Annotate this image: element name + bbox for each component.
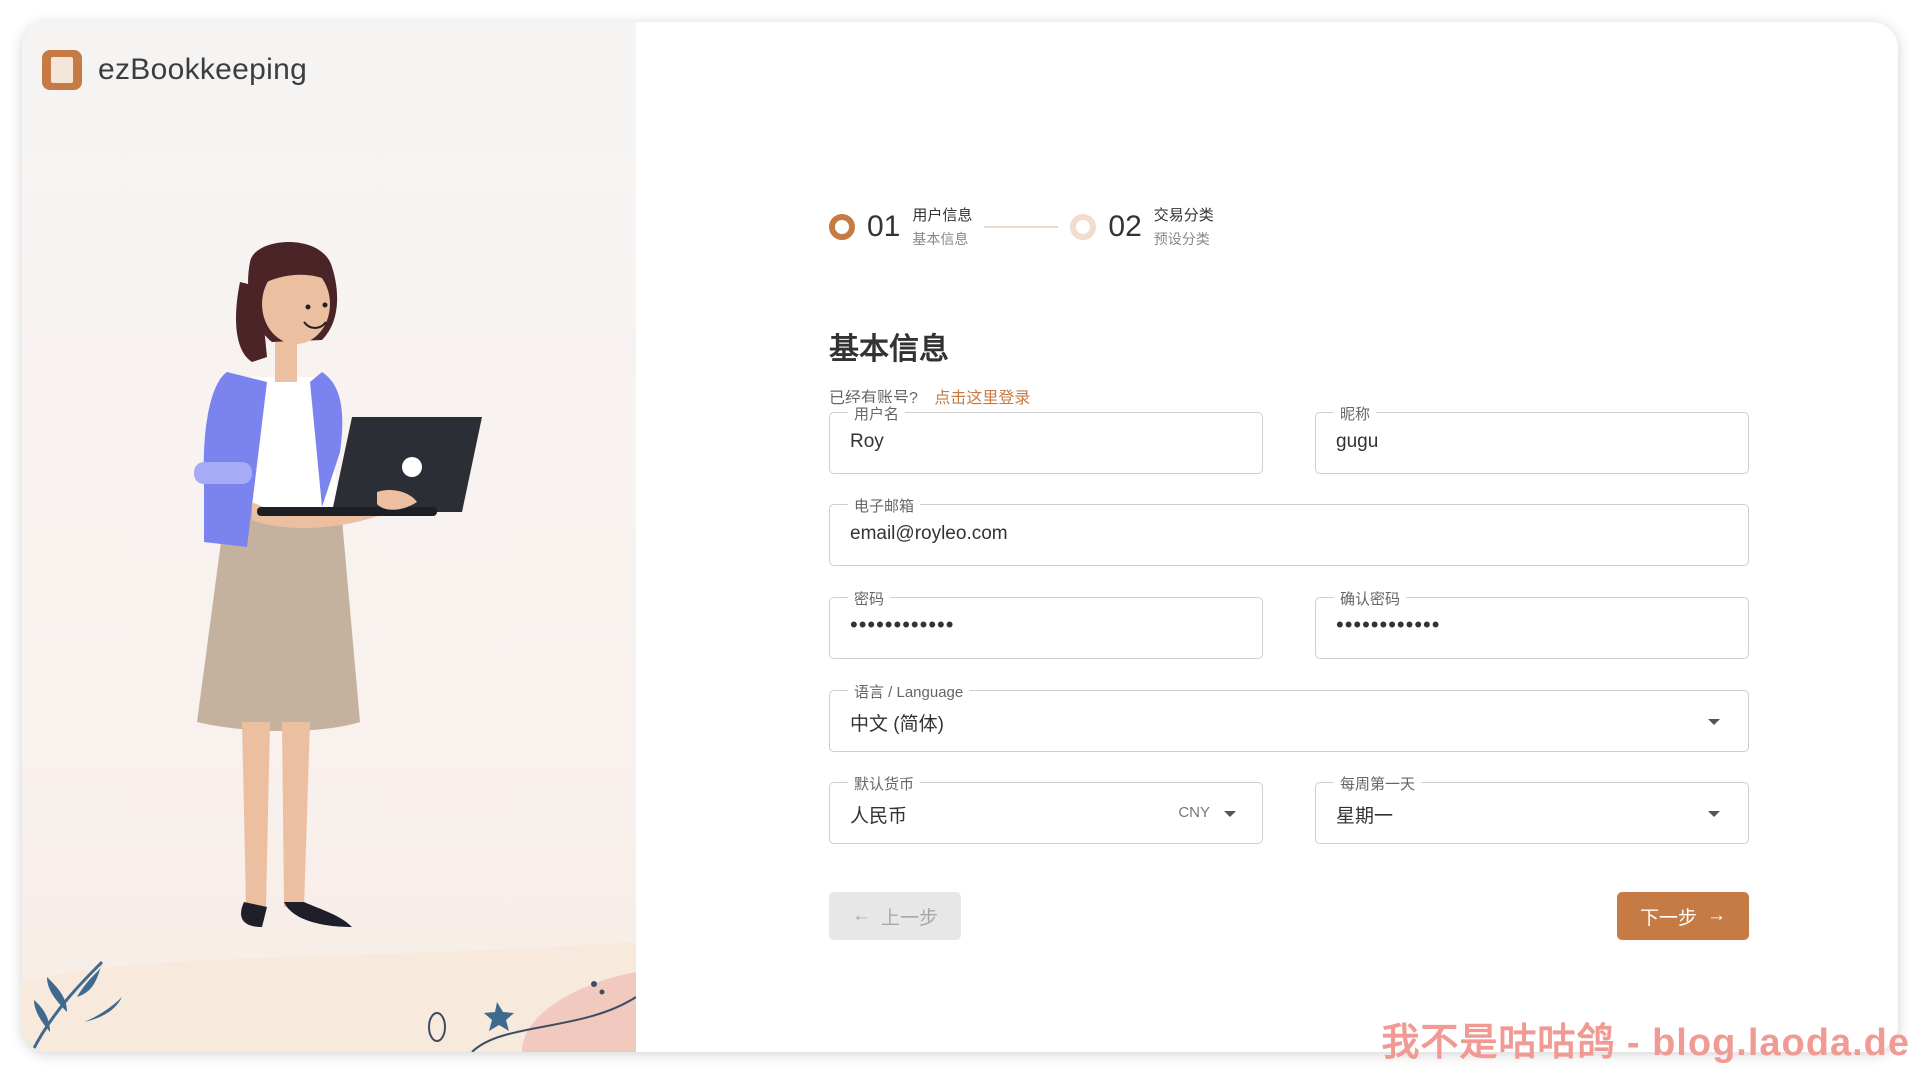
watermark-text: 我不是咕咕鸽 - blog.laoda.de (1381, 1022, 1910, 1064)
step-connector (984, 225, 1059, 228)
step-title: 交易分类 (1153, 207, 1214, 224)
register-content: 01 用户信息 基本信息 02 交易分类 预设分类 基本信息 已经有账号? 点击… (636, 22, 1898, 1052)
email-label: 电子邮箱 (848, 495, 921, 516)
username-label: 用户名 (848, 403, 906, 424)
first-day-of-week-select[interactable]: 每周第一天 星期一 (1315, 773, 1749, 844)
language-select[interactable]: 语言 / Language 中文 (简体) (829, 681, 1749, 752)
currency-label: 默认货币 (848, 773, 921, 794)
step-text: 用户信息 基本信息 (912, 204, 972, 249)
step-subtitle: 基本信息 (912, 231, 969, 247)
arrow-right-icon: → (1707, 905, 1726, 926)
nickname-value: gugu (1336, 431, 1379, 452)
step-inactive-dot-icon (1070, 213, 1097, 240)
chevron-down-icon (1708, 811, 1720, 817)
step-number: 02 (1108, 209, 1142, 243)
first-day-value: 星期一 (1336, 806, 1394, 827)
confirm-password-label: 确认密码 (1334, 588, 1407, 609)
username-value: Roy (850, 431, 884, 452)
form-title: 基本信息 (829, 333, 949, 366)
currency-value: 人民币 (850, 806, 908, 827)
password-label: 密码 (848, 588, 891, 609)
register-stepper: 01 用户信息 基本信息 02 交易分类 预设分类 (829, 204, 1214, 249)
step-text: 交易分类 预设分类 (1154, 204, 1214, 249)
next-step-label: 下一步 (1639, 907, 1697, 929)
confirm-password-field[interactable]: 确认密码 •••••••••••• (1315, 588, 1749, 659)
chevron-down-icon (1708, 719, 1720, 725)
arrow-left-icon: ← (851, 905, 871, 926)
previous-step-button[interactable]: ← 上一步 (829, 892, 961, 940)
app-window: ezBookkeeping 01 用户信息 基本信息 02 交易分类 预设分类 … (22, 22, 1898, 1052)
first-day-label: 每周第一天 (1334, 773, 1422, 794)
previous-step-label: 上一步 (880, 907, 938, 929)
confirm-password-value: •••••••••••• (1336, 612, 1441, 637)
username-field[interactable]: 用户名 Roy (829, 403, 1263, 474)
currency-select[interactable]: 默认货币 人民币 CNY (829, 773, 1263, 844)
login-link[interactable]: 点击这里登录 (934, 390, 1030, 407)
step-subtitle: 预设分类 (1153, 231, 1210, 247)
email-field[interactable]: 电子邮箱 email@royleo.com (829, 495, 1749, 566)
email-value: email@royleo.com (850, 523, 1008, 544)
password-field[interactable]: 密码 •••••••••••• (829, 588, 1263, 659)
next-step-button[interactable]: 下一步 → (1617, 892, 1749, 940)
step-user-info[interactable]: 01 用户信息 基本信息 (829, 204, 972, 249)
nickname-label: 昵称 (1334, 403, 1377, 424)
nickname-field[interactable]: 昵称 gugu (1315, 403, 1749, 474)
chevron-down-icon (1224, 811, 1236, 817)
woman-with-laptop-illustration (22, 242, 636, 1052)
step-transaction-categories[interactable]: 02 交易分类 预设分类 (1070, 204, 1214, 249)
password-value: •••••••••••• (850, 612, 955, 637)
currency-code: CNY (1178, 804, 1210, 821)
step-active-dot-icon (829, 213, 855, 240)
language-label: 语言 / Language (848, 681, 970, 702)
step-number: 01 (867, 209, 901, 243)
language-value: 中文 (简体) (850, 714, 944, 735)
illustration-panel: ezBookkeeping (22, 22, 636, 1052)
step-title: 用户信息 (912, 207, 973, 224)
